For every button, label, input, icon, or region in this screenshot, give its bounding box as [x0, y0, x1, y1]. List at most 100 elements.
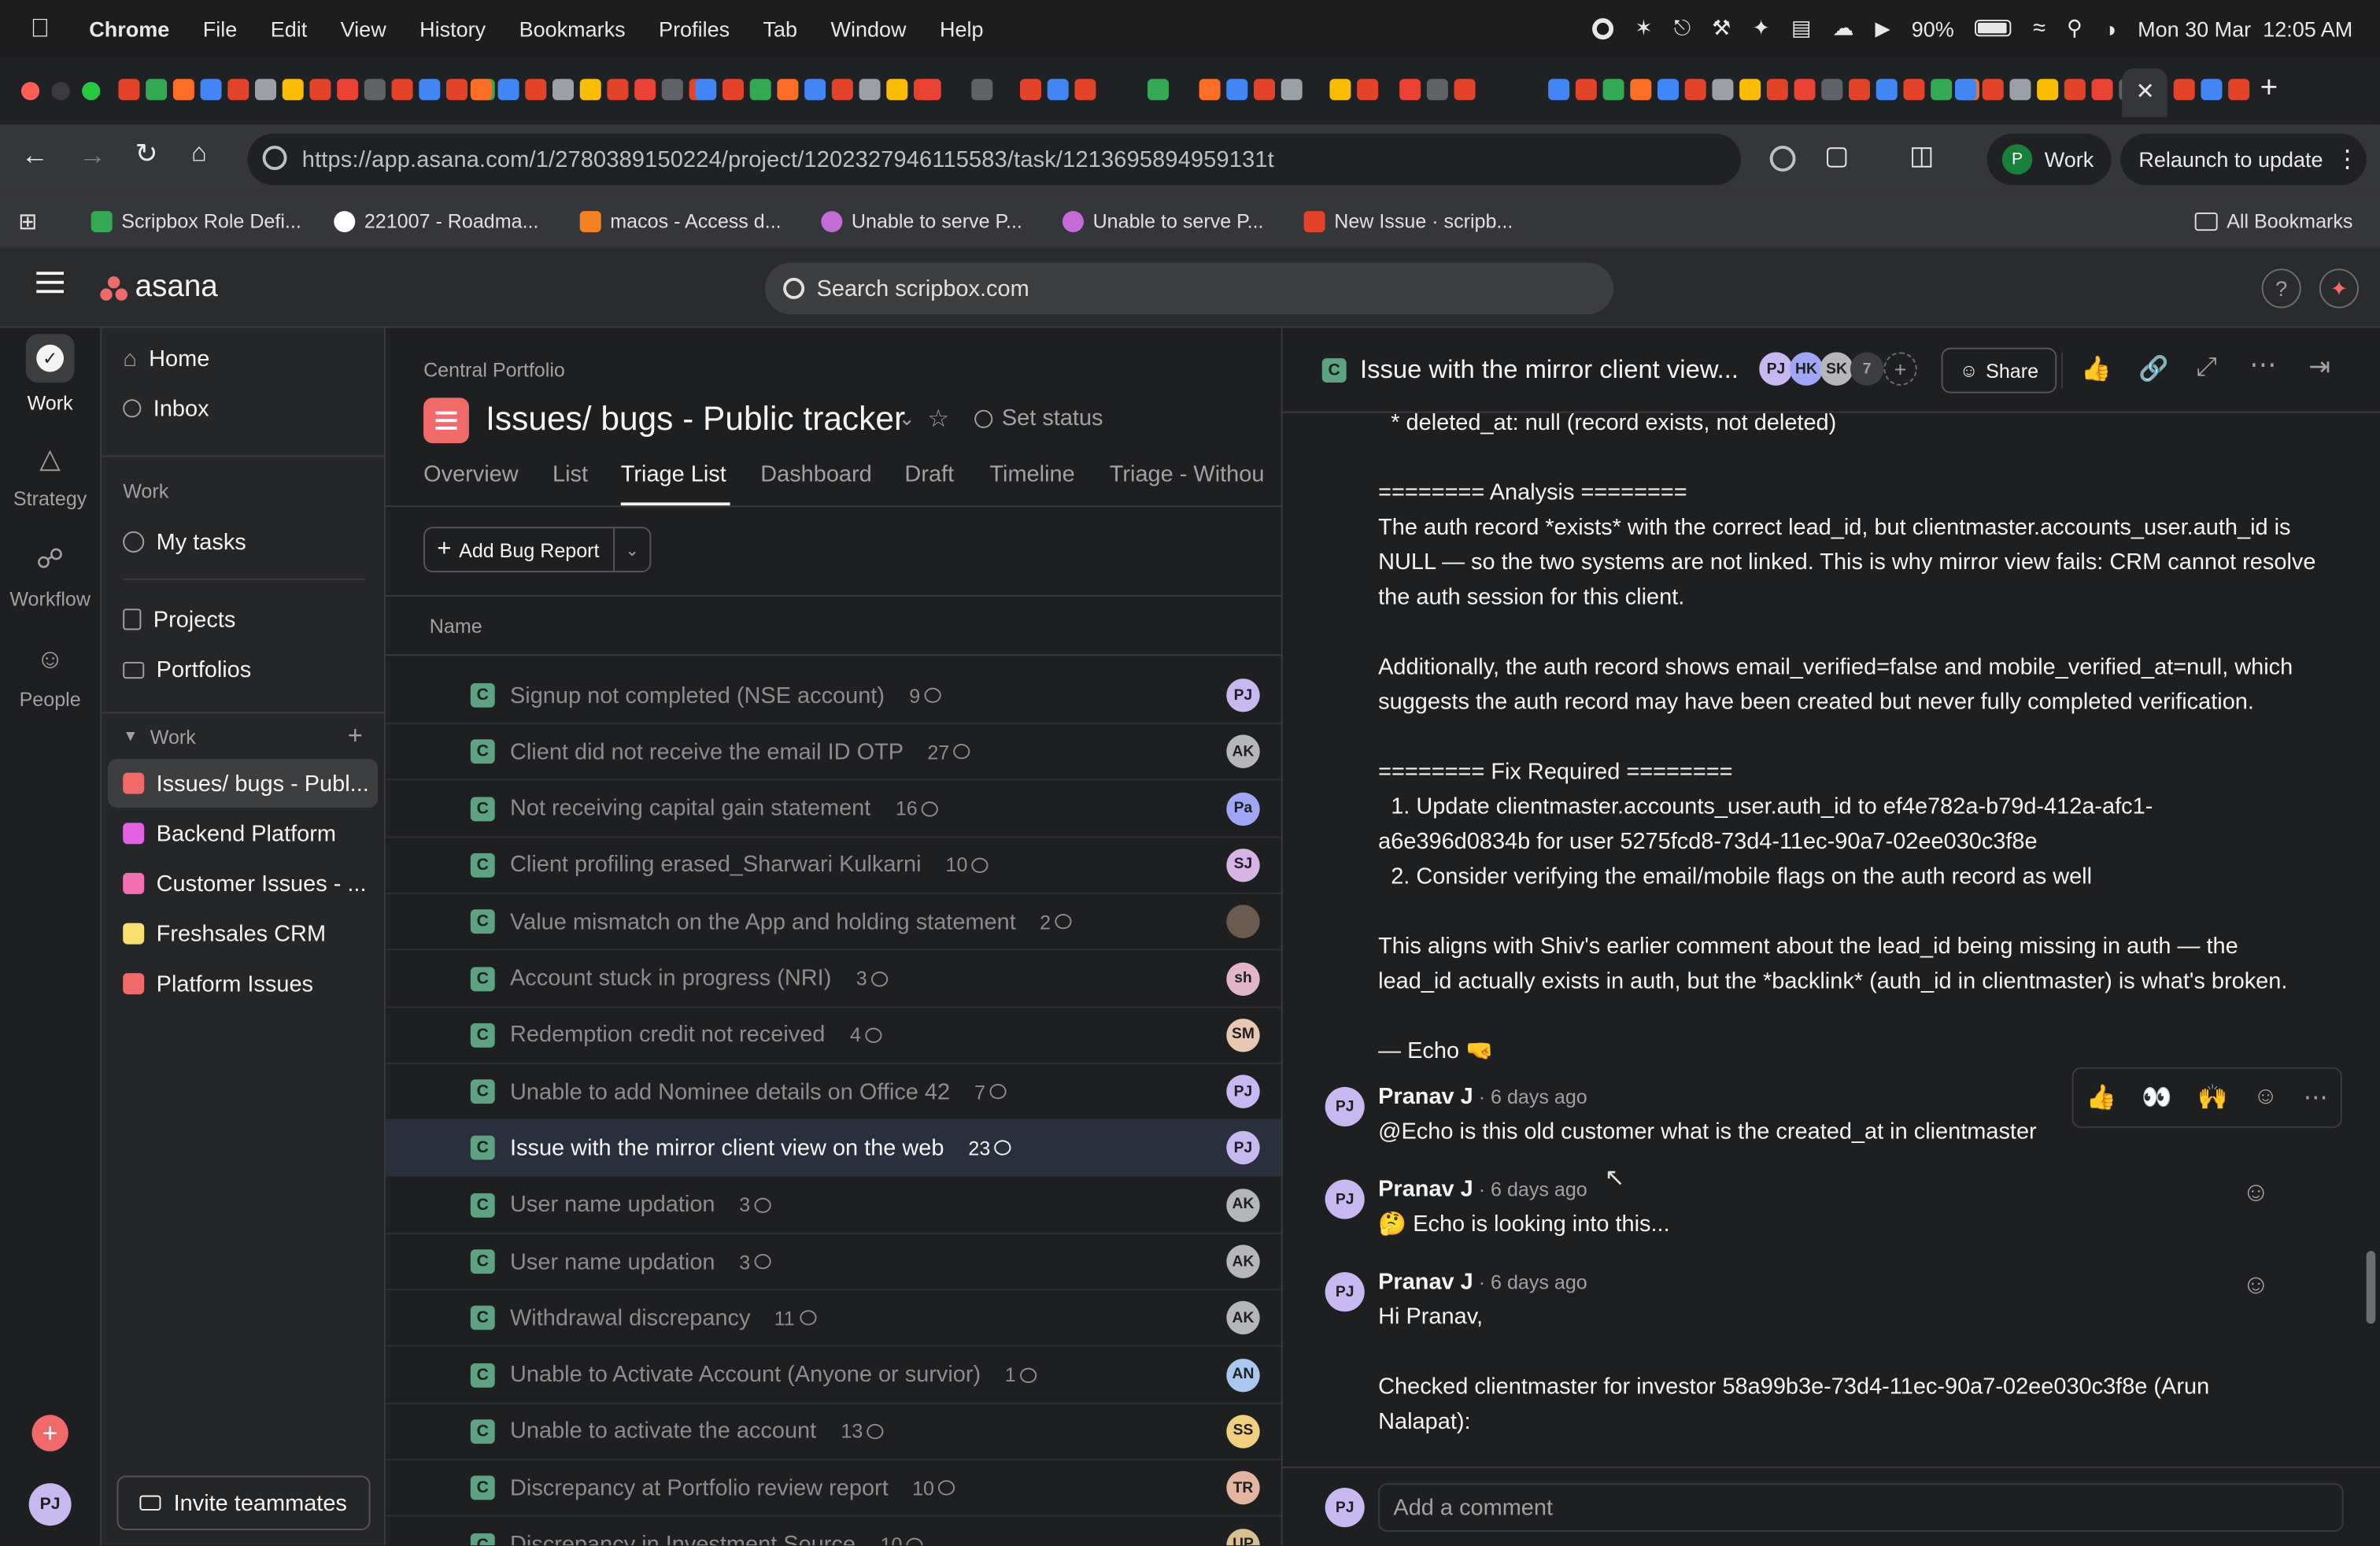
search-input[interactable]: Search scripbox.com — [764, 262, 1614, 315]
add-icon[interactable]: + — [348, 721, 363, 752]
tab-favicon[interactable] — [172, 79, 194, 101]
tab-favicon[interactable] — [227, 79, 249, 101]
hamburger-menu-icon[interactable] — [36, 272, 64, 294]
sidebar-item-portfolios[interactable]: Portfolios — [102, 645, 384, 694]
record-icon[interactable] — [1592, 17, 1614, 39]
task-name[interactable]: Unable to add Nominee details on Office … — [510, 1078, 950, 1104]
menu-profiles[interactable]: Profiles — [659, 16, 730, 40]
add-reaction-icon[interactable]: ☺ — [2253, 1084, 2278, 1111]
tool-icon[interactable]: ⚒ — [1712, 15, 1731, 41]
tab-favicon[interactable] — [1876, 79, 1898, 101]
tab-favicon[interactable] — [1848, 79, 1870, 101]
tab-favicon[interactable] — [607, 79, 629, 101]
tab-favicon[interactable] — [525, 79, 547, 101]
wifi-icon[interactable]: ≈ — [2033, 15, 2046, 41]
task-name[interactable]: User name updation — [510, 1192, 715, 1218]
tab-favicon[interactable] — [1548, 79, 1570, 101]
tab-triage-without[interactable]: Triage - Withou — [1110, 461, 1265, 487]
tab-favicon[interactable] — [1575, 79, 1597, 101]
rail-strategy[interactable]: △ Strategy — [0, 443, 100, 510]
tab-favicon[interactable] — [1357, 79, 1379, 101]
tab-favicon[interactable] — [1602, 79, 1624, 101]
tab-favicon[interactable] — [1399, 79, 1421, 101]
wand-icon[interactable]: ✦ — [1752, 15, 1770, 41]
avatar[interactable]: PJ — [1325, 1179, 1365, 1219]
table-row[interactable]: C Unable to Activate Account (Anyone or s… — [385, 1348, 1281, 1404]
like-icon[interactable]: 👍 — [2081, 353, 2111, 384]
back-icon[interactable]: ← — [21, 139, 49, 171]
comment-author[interactable]: Pranav J — [1378, 1177, 1473, 1203]
more-horizontal-icon[interactable]: ⋯ — [2249, 350, 2277, 381]
tab-favicon[interactable] — [1794, 79, 1816, 101]
table-row[interactable]: C Client profiling erased_Sharwari Kulkar… — [385, 838, 1281, 894]
tab-dashboard[interactable]: Dashboard — [760, 461, 872, 487]
bookmark-item[interactable]: Scripbox Role Defi... — [91, 209, 301, 232]
add-reaction-icon[interactable]: ☺ — [2241, 1269, 2269, 1301]
tab-favicon[interactable] — [309, 79, 331, 101]
tab-favicon[interactable] — [1147, 79, 1169, 101]
headphones-icon[interactable]: ⎋ — [1674, 15, 1691, 41]
table-row[interactable]: C Redemption credit not received 4 SM — [385, 1008, 1281, 1064]
tab-favicon[interactable] — [2091, 79, 2113, 101]
profile-button[interactable]: P Work — [1986, 133, 2112, 186]
tab-favicon[interactable] — [886, 79, 908, 101]
sidebar-item-home[interactable]: ⌂ Home — [102, 334, 384, 383]
clock-datetime[interactable]: Mon 30 Mar 12:05 AM — [2138, 16, 2352, 40]
share-button[interactable]: ☺ Share — [1941, 347, 2057, 394]
close-panel-icon[interactable]: ⇥ — [2308, 352, 2330, 383]
avatar[interactable]: PJ — [1325, 1272, 1365, 1312]
tab-favicon[interactable] — [337, 79, 359, 101]
page-title[interactable]: Issues/ bugs - Public tracker — [486, 399, 905, 438]
relaunch-update-button[interactable]: Relaunch to update ⋮ — [2120, 133, 2367, 186]
side-panel-icon[interactable]: ◫ — [1909, 141, 1934, 172]
sidebar-item-projects[interactable]: Projects — [102, 595, 384, 644]
tab-favicon[interactable] — [1454, 79, 1476, 101]
thumbs-up-reaction[interactable]: 👍 — [2086, 1082, 2116, 1113]
table-row[interactable]: C Client did not receive the email ID OTP… — [385, 725, 1281, 781]
sidebar-item-inbox[interactable]: Inbox — [102, 384, 384, 433]
add-dropdown-chevron-icon[interactable]: ⌄ — [613, 528, 649, 571]
tab-favicon[interactable] — [1657, 79, 1679, 101]
tab-favicon[interactable] — [749, 79, 771, 101]
tab-favicon[interactable] — [1739, 79, 1761, 101]
play-icon[interactable]: ▶ — [1875, 16, 1890, 40]
table-row[interactable]: C User name updation 3 AK — [385, 1234, 1281, 1291]
assignee-avatar[interactable]: AK — [1226, 735, 1260, 769]
task-name[interactable]: Unable to Activate Account (Anyone or su… — [510, 1362, 981, 1388]
tab-favicon[interactable] — [2064, 79, 2086, 101]
assignee-avatar[interactable]: AK — [1226, 1245, 1260, 1278]
tab-favicon[interactable] — [445, 79, 468, 101]
tab-favicon[interactable] — [777, 79, 799, 101]
task-name[interactable]: Discrepancy in Investment Source — [510, 1532, 856, 1545]
task-name[interactable]: Unable to activate the account — [510, 1418, 816, 1444]
tab-favicon[interactable] — [364, 79, 386, 101]
bookmark-item[interactable]: macos - Access d... — [579, 209, 782, 232]
sidebar-project-item[interactable]: Platform Issues — [102, 960, 384, 1008]
expand-icon[interactable]: ⤢ — [2197, 352, 2217, 383]
tab-favicon[interactable] — [579, 79, 601, 101]
comment-author[interactable]: Pranav J — [1378, 1269, 1473, 1295]
assignee-avatar[interactable]: AK — [1226, 1301, 1260, 1335]
home-icon[interactable]: ⌂ — [191, 138, 207, 168]
table-row[interactable]: C Unable to add Nominee details on Office… — [385, 1064, 1281, 1121]
tab-favicon[interactable] — [722, 79, 744, 101]
tab-favicon[interactable] — [391, 79, 413, 101]
tab-favicon[interactable] — [1253, 79, 1275, 101]
tab-triage-list[interactable]: Triage List — [621, 461, 726, 487]
star-icon[interactable]: ☆ — [927, 404, 949, 435]
table-row[interactable]: C Unable to activate the account 13 SS — [385, 1404, 1281, 1461]
all-bookmarks[interactable]: All Bookmarks — [2194, 209, 2352, 232]
sidebar-work-section-toggle[interactable]: ▼ Work + — [102, 712, 384, 760]
tab-favicon[interactable] — [1630, 79, 1652, 101]
assignee-avatar[interactable]: PJ — [1226, 1131, 1260, 1165]
tab-favicon[interactable] — [254, 79, 276, 101]
bookmark-item[interactable]: 221007 - Roadma... — [334, 209, 538, 232]
menu-window[interactable]: Window — [831, 16, 907, 40]
menu-tab[interactable]: Tab — [763, 16, 798, 40]
assignee-avatar[interactable]: SM — [1226, 1018, 1260, 1052]
rail-work[interactable]: ✓ Work — [0, 334, 100, 414]
assignee-avatar[interactable]: Pa — [1226, 791, 1260, 826]
tab-favicon[interactable] — [1982, 79, 2004, 101]
close-window-button[interactable] — [20, 82, 40, 101]
spotlight-search-icon[interactable]: ⚲ — [2067, 15, 2082, 41]
